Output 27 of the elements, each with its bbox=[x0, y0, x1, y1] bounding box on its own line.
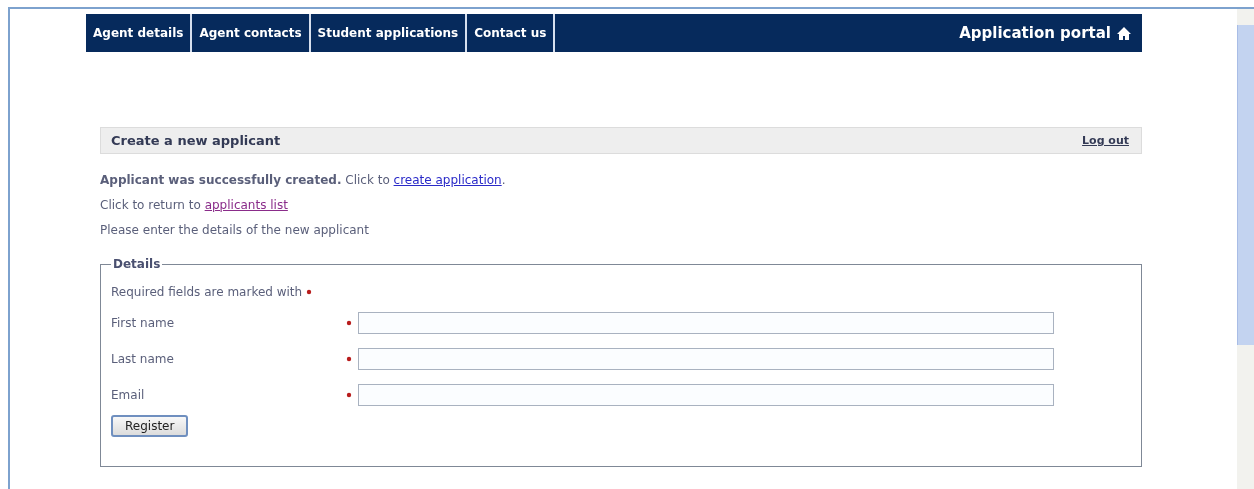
message-link[interactable]: applicants list bbox=[204, 198, 288, 212]
required-icon bbox=[346, 392, 352, 398]
panel-title: Create a new applicant bbox=[111, 133, 281, 148]
required-icon bbox=[346, 356, 352, 362]
field-label: Last name bbox=[111, 352, 175, 366]
nav-tab[interactable]: Student applications bbox=[310, 14, 468, 52]
input-field[interactable] bbox=[358, 348, 1054, 370]
portal-link[interactable]: Application portal bbox=[959, 14, 1142, 52]
required-icon bbox=[306, 289, 313, 295]
message-link[interactable]: create application bbox=[393, 173, 502, 187]
field-label: First name bbox=[111, 316, 176, 330]
message-text: Click to return to applicants list bbox=[100, 197, 289, 214]
message-text: Please enter the details of the new applicant bbox=[100, 222, 370, 239]
nav-tab[interactable]: Agent contacts bbox=[192, 14, 311, 52]
logout-link[interactable]: Log out bbox=[1082, 134, 1129, 147]
scrollbar[interactable] bbox=[1237, 9, 1254, 489]
input-field[interactable] bbox=[358, 384, 1054, 406]
nav-tab[interactable]: Agent details bbox=[86, 14, 193, 52]
home-icon bbox=[1116, 25, 1132, 41]
register-button[interactable]: Register bbox=[111, 415, 189, 437]
message-text: Applicant was successfully created. Click to create application. bbox=[100, 172, 507, 189]
required-note: Required fields are marked with bbox=[111, 285, 303, 299]
required-icon bbox=[346, 320, 352, 326]
input-field[interactable] bbox=[358, 312, 1054, 334]
field-label: Email bbox=[111, 388, 146, 402]
nav-tab[interactable]: Contact us bbox=[467, 14, 556, 52]
fieldset-legend: Details bbox=[111, 257, 163, 271]
